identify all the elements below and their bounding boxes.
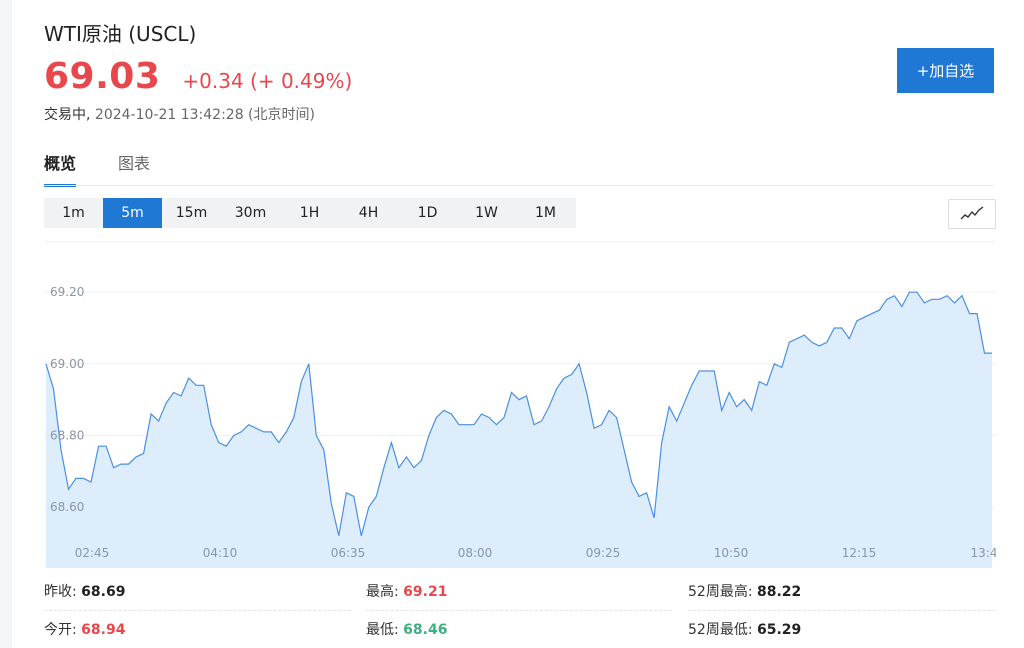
stat-high-label: 最高: [366,584,399,600]
tab-chart[interactable]: 图表 [118,150,150,187]
x-tick-label: 09:25 [586,546,621,560]
price-area [46,292,992,568]
stat-52wk-high-value: 88.22 [756,584,802,600]
status-timestamp: 2024-10-21 13:42:28 (北京时间) [94,107,315,123]
stat-high: 最高: 69.21 [366,580,672,611]
x-tick-label: 06:35 [331,546,366,560]
stat-prev-close-label: 昨收: [44,584,77,600]
stat-prev-close: 昨收: 68.69 [44,580,351,611]
stat-low-label: 最低: [366,622,399,638]
interval-1w[interactable]: 1W [457,198,516,228]
chart-type-button[interactable] [948,199,996,229]
stat-52wk-high-label: 52周最高: [688,584,753,600]
trading-status: 交易中, 2024-10-21 13:42:28 (北京时间) [44,104,315,124]
price-chart-svg: 69.20 69.00 68.80 68.60 02:45 04:10 06:35 08:00… [44,285,996,568]
interval-4h[interactable]: 4H [339,198,398,228]
interval-1m[interactable]: 1m [44,198,103,228]
y-tick-label: 68.60 [50,500,84,514]
stat-low-value: 68.46 [403,622,448,638]
x-tick-label: 12:15 [842,546,877,560]
y-tick-label: 69.20 [50,285,84,299]
x-tick-label: 10:50 [714,546,749,560]
stat-52wk-low-value: 65.29 [756,622,802,638]
stat-52wk-low-label: 52周最低: [688,622,753,638]
stat-52wk-low: 52周最低: 65.29 [688,618,801,648]
stat-open-label: 今开: [44,622,77,638]
current-price: 69.03 [44,56,161,97]
stat-high-value: 69.21 [403,584,448,600]
interval-5m[interactable]: 5m [103,198,162,228]
x-tick-label: 02:45 [75,546,110,560]
price-chart: 69.20 69.00 68.80 68.60 02:45 04:10 06:35 08:00… [44,241,996,568]
y-tick-label: 69.00 [50,357,84,371]
interval-1mo[interactable]: 1M [516,198,575,228]
x-tick-label: 13:4 [971,546,996,560]
stat-open: 今开: 68.94 [44,618,125,648]
x-tick-label: 04:10 [203,546,238,560]
interval-15m[interactable]: 15m [162,198,221,228]
interval-1d[interactable]: 1D [398,198,457,228]
stat-52wk-high: 52周最高: 88.22 [688,580,996,611]
stat-open-value: 68.94 [81,622,126,638]
price-change: +0.34 (+ 0.49%) [182,69,353,93]
interval-1h[interactable]: 1H [280,198,339,228]
x-tick-label: 08:00 [458,546,493,560]
interval-selector: 1m 5m 15m 30m 1H 4H 1D 1W 1M [44,198,576,228]
y-tick-label: 68.80 [50,428,84,442]
stat-prev-close-value: 68.69 [81,584,126,600]
stat-low: 最低: 68.46 [366,618,447,648]
price-row: 69.03 +0.34 (+ 0.49%) [44,56,352,97]
add-to-watchlist-button[interactable]: +加自选 [897,48,994,93]
line-chart-icon [960,206,984,220]
left-margin-strip [0,0,12,648]
tab-bar: 概览 图表 [44,150,192,187]
status-label: 交易中, [44,107,91,123]
tab-overview[interactable]: 概览 [44,150,77,187]
interval-30m[interactable]: 30m [221,198,280,228]
instrument-title: WTI原油 (USCL) [44,22,197,46]
tab-divider [44,185,994,186]
